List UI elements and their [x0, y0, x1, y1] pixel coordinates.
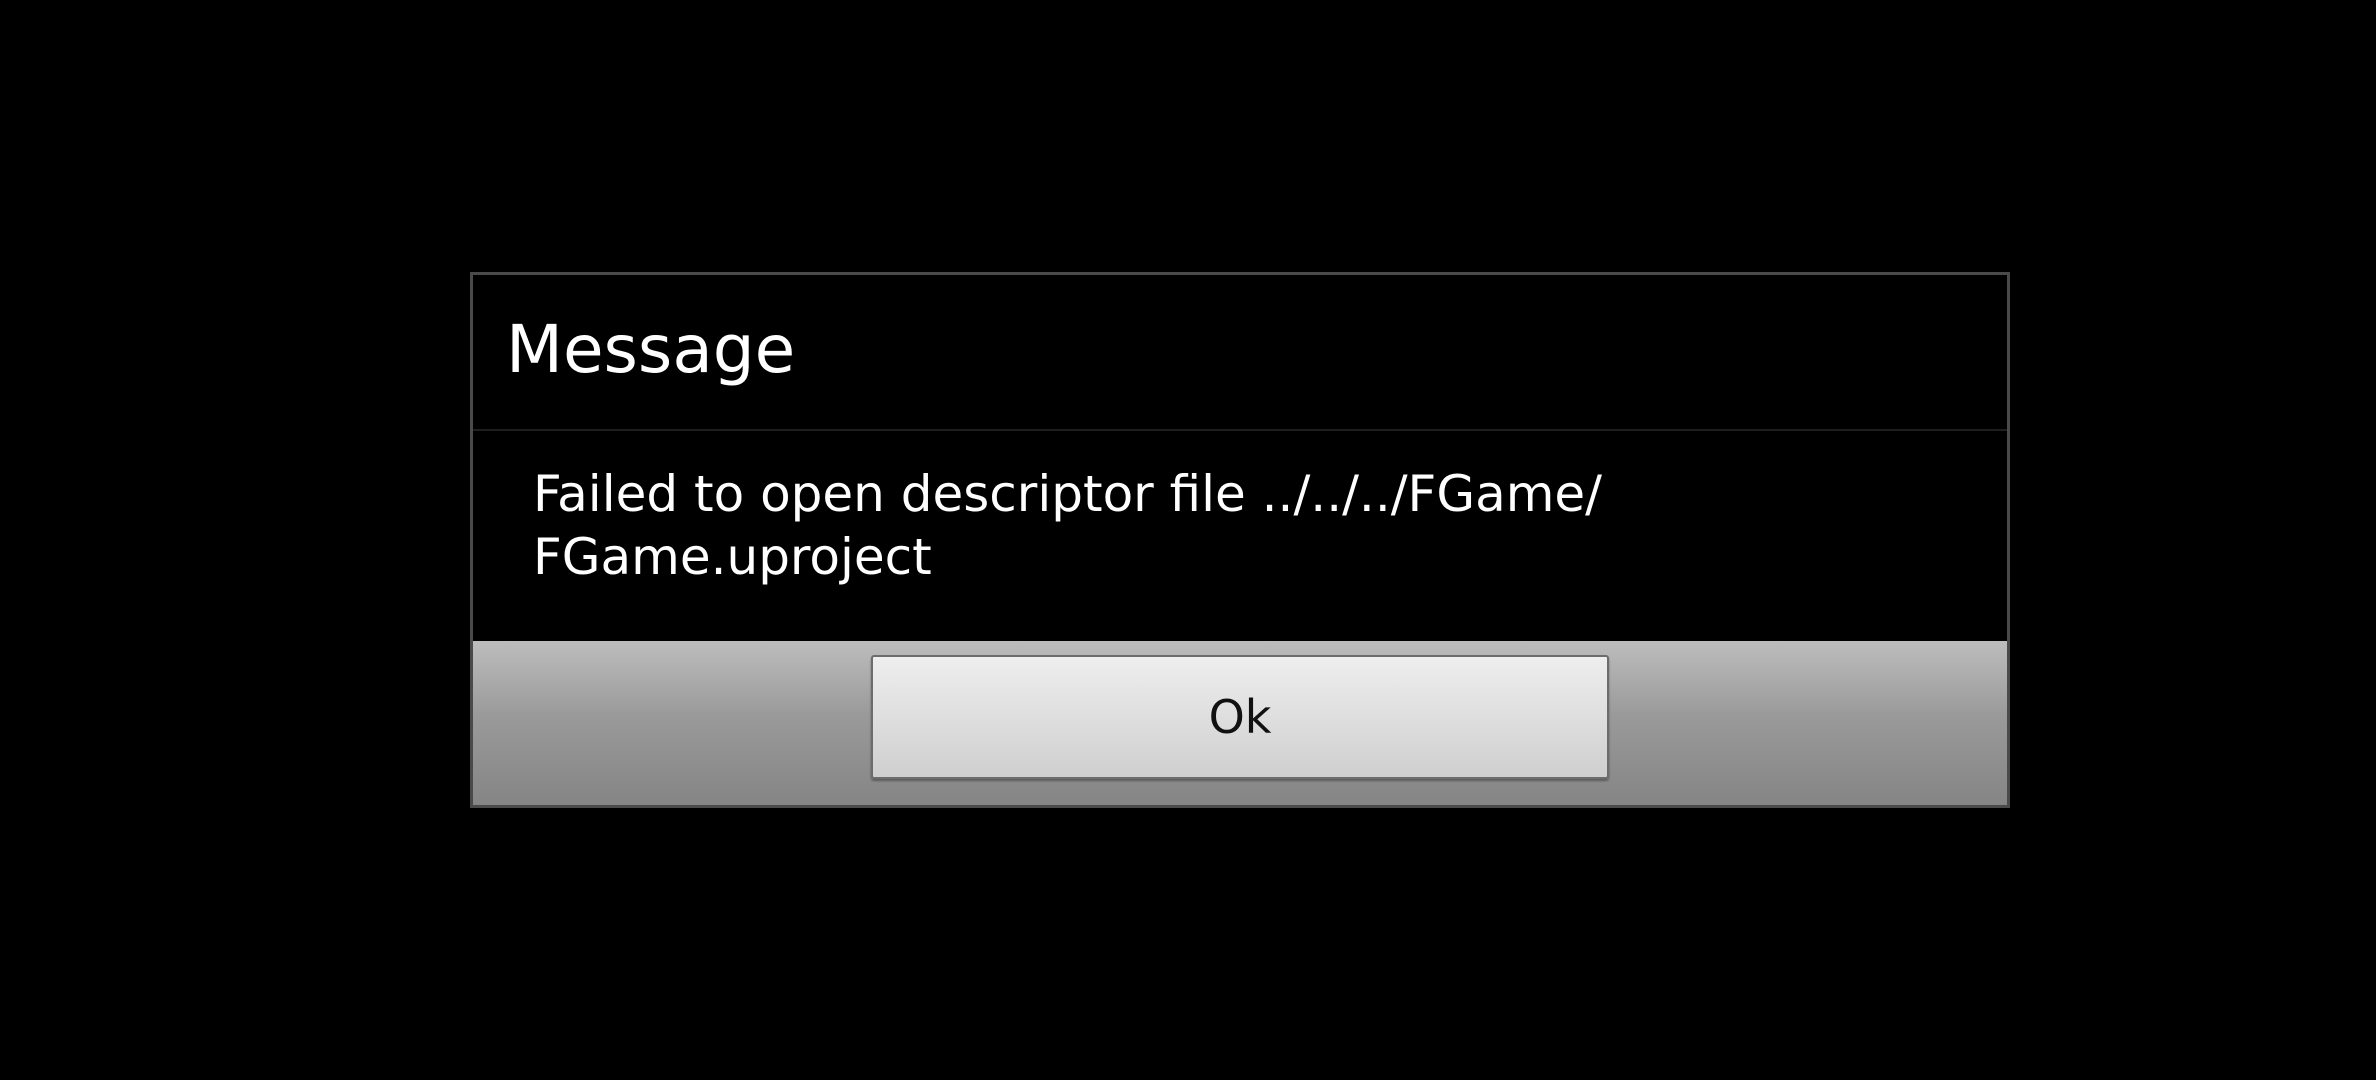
dialog-message: Failed to open descriptor file ../../../…: [533, 465, 1603, 586]
screen-background: Message Failed to open descriptor file .…: [0, 0, 2376, 1080]
ok-button[interactable]: Ok: [871, 655, 1609, 779]
dialog-button-bar: Ok: [473, 641, 2007, 805]
dialog-title: Message: [473, 275, 2007, 431]
message-dialog: Message Failed to open descriptor file .…: [470, 272, 2010, 808]
